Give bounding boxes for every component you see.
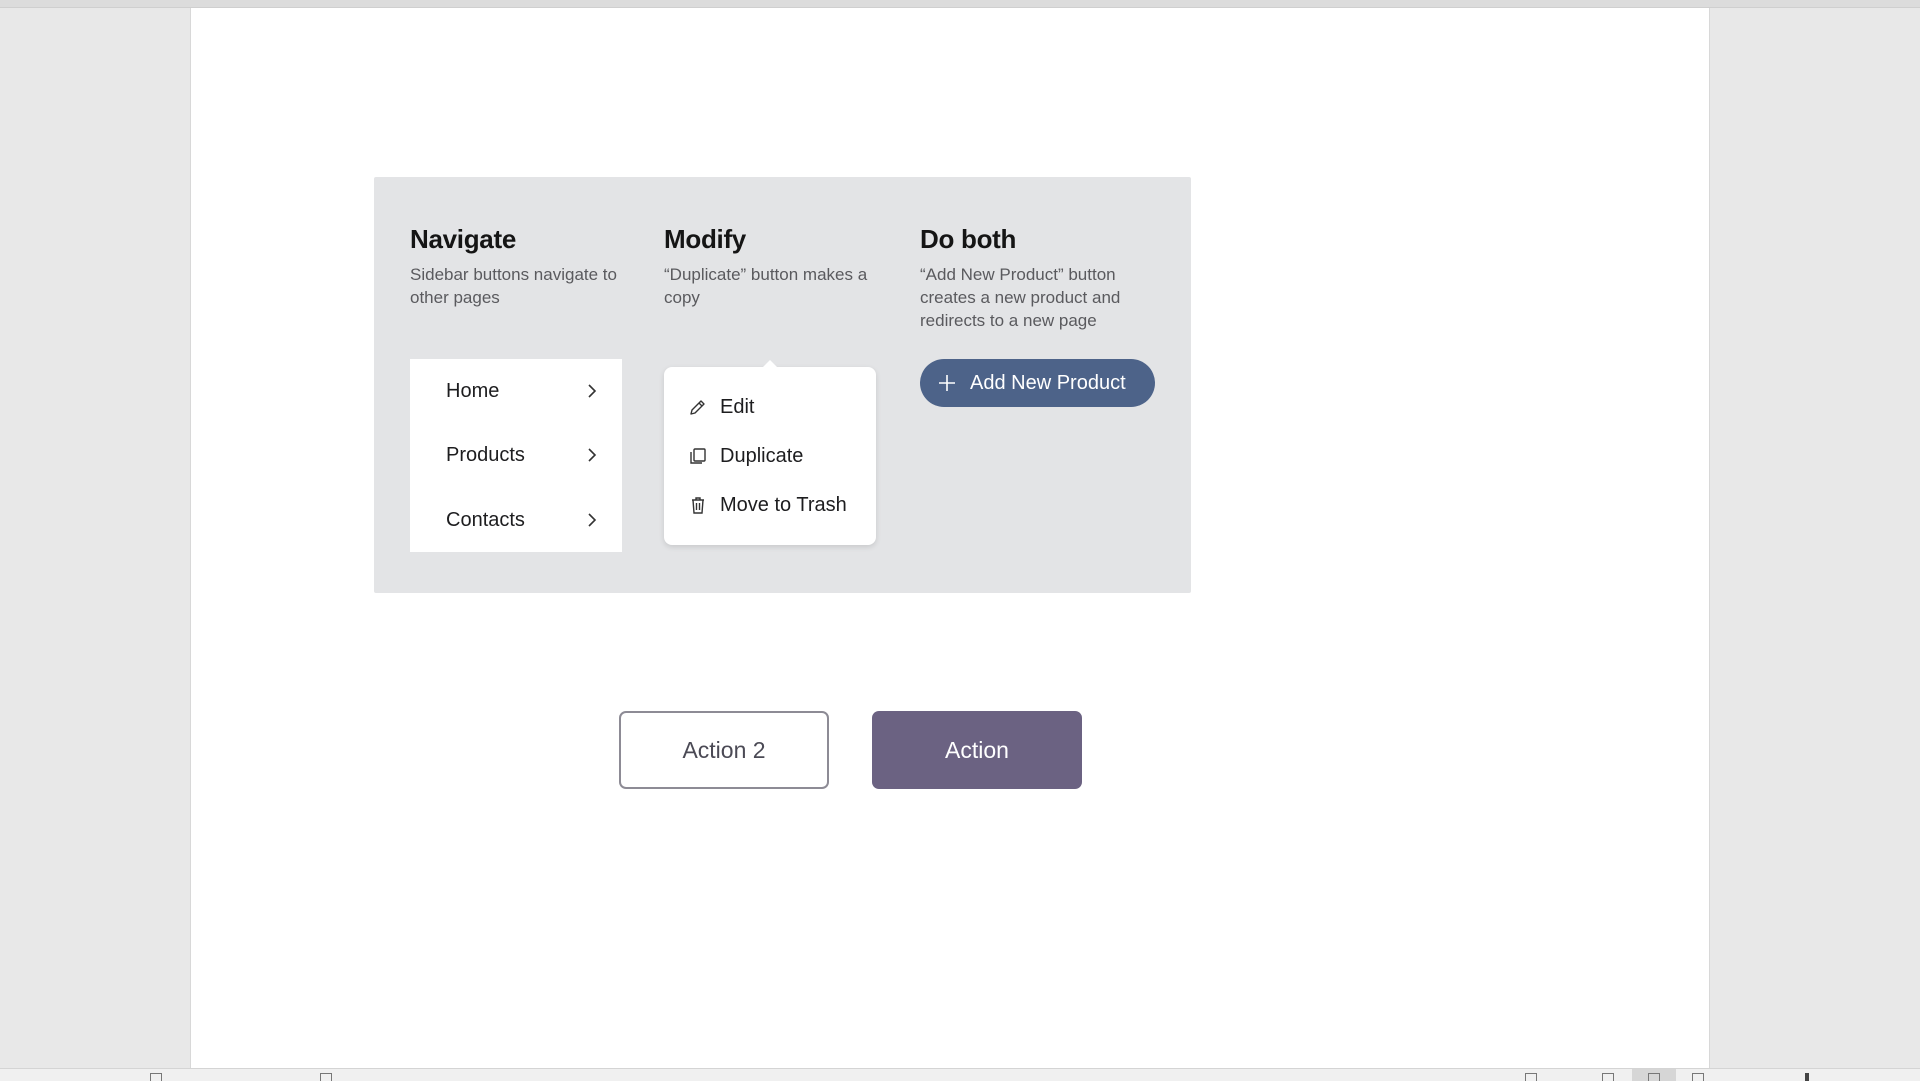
menu-item-edit[interactable]: Edit — [688, 387, 754, 427]
interaction-types-panel: Navigate Sidebar buttons navigate to oth… — [374, 177, 1191, 593]
do-both-heading: Do both — [920, 224, 1017, 254]
do-both-column: Do both “Add New Product” button creates… — [920, 223, 1140, 332]
navigate-column: Navigate Sidebar buttons navigate to oth… — [410, 223, 630, 309]
chevron-right-icon — [588, 513, 597, 527]
sidebar-nav-list: Home Products Contacts — [410, 359, 622, 552]
menu-item-label: Duplicate — [720, 444, 804, 467]
sidebar-item-label: Products — [446, 443, 525, 466]
sidebar-item-home[interactable]: Home — [410, 359, 622, 423]
do-both-description: “Add New Product” button creates a new p… — [920, 265, 1121, 330]
menu-pointer — [763, 360, 777, 367]
action-button[interactable]: Action — [872, 711, 1082, 789]
modify-column: Modify “Duplicate” button makes a copy — [664, 223, 884, 309]
window-top-bar — [0, 0, 1920, 8]
menu-item-move-to-trash[interactable]: Move to Trash — [688, 485, 847, 525]
chevron-right-icon — [588, 448, 597, 462]
sidebar-item-contacts[interactable]: Contacts — [410, 488, 622, 552]
add-new-product-label: Add New Product — [970, 371, 1126, 394]
sidebar-item-products[interactable]: Products — [410, 423, 622, 487]
plus-icon — [939, 375, 955, 391]
action-2-button[interactable]: Action 2 — [619, 711, 829, 789]
chevron-right-icon — [588, 384, 597, 398]
menu-item-duplicate[interactable]: Duplicate — [688, 436, 803, 476]
sidebar-item-label: Home — [446, 379, 500, 402]
modify-heading: Modify — [664, 224, 746, 254]
copy-icon — [690, 448, 706, 464]
pencil-icon — [690, 400, 705, 415]
navigate-heading: Navigate — [410, 224, 516, 254]
menu-item-label: Move to Trash — [720, 493, 847, 516]
trash-icon — [692, 497, 704, 514]
menu-item-label: Edit — [720, 395, 755, 418]
navigate-description: Sidebar buttons navigate to other pages — [410, 265, 617, 307]
context-menu: Edit Duplicate Move to Trash — [664, 360, 876, 545]
add-new-product-button[interactable]: Add New Product — [920, 359, 1155, 407]
modify-description: “Duplicate” button makes a copy — [664, 265, 868, 307]
sidebar-item-label: Contacts — [446, 508, 525, 531]
status-bar — [0, 1068, 1920, 1081]
